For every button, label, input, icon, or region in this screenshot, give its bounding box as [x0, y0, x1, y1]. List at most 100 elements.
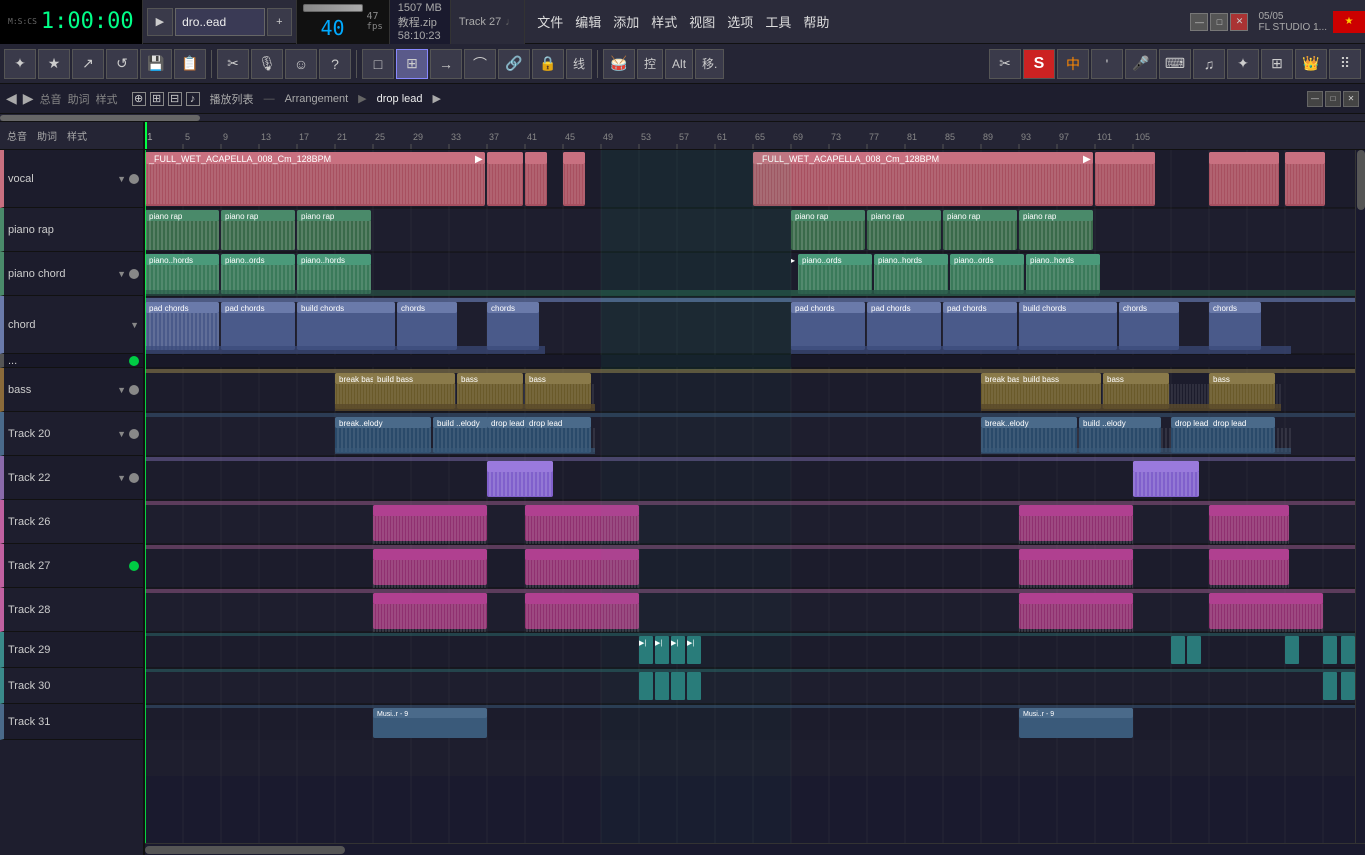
track-row-27[interactable]: Track 27	[0, 544, 143, 588]
svg-text:piano rap: piano rap	[301, 212, 335, 221]
tool-dots[interactable]: ⠿	[1329, 49, 1361, 79]
vertical-scroll-thumb[interactable]	[1357, 150, 1365, 210]
add-button[interactable]: +	[267, 8, 291, 36]
tool-undo[interactable]: ↺	[106, 49, 138, 79]
tool-ctrl[interactable]: 控	[637, 49, 663, 79]
arr-back-button[interactable]: ◀	[6, 90, 17, 107]
menu-edit[interactable]: 编辑	[571, 10, 605, 33]
arr-sep: —	[264, 93, 275, 105]
svg-text:build ..elody: build ..elody	[1083, 419, 1126, 428]
tool-arrow-r[interactable]: →	[430, 49, 462, 79]
tool-move[interactable]: 移.	[695, 49, 724, 79]
minimize-button[interactable]: —	[1190, 13, 1208, 31]
track-collapse-bass[interactable]: ▼	[117, 385, 126, 395]
track-collapse-22[interactable]: ▼	[117, 473, 126, 483]
tool-question[interactable]: ?	[319, 49, 351, 79]
track-light-piano-chord	[129, 269, 139, 279]
tool-s[interactable]: S	[1023, 49, 1055, 79]
tool-crown[interactable]: 👑	[1295, 49, 1327, 79]
horizontal-scrollbar-top[interactable]	[0, 114, 1365, 122]
content-area: 总音 助词 样式 vocal ▼ piano rap piano chord	[0, 122, 1365, 855]
arr-close[interactable]: ✕	[1343, 91, 1359, 107]
tool-zh[interactable]: 中	[1057, 49, 1089, 79]
track-collapse-vocal[interactable]: ▼	[117, 174, 126, 184]
tool-lock[interactable]: 🔒	[532, 49, 564, 79]
track-row-20[interactable]: Track 20 ▼	[0, 412, 143, 456]
svg-text:piano rap: piano rap	[1023, 212, 1057, 221]
toolbar-sep-3	[597, 50, 598, 78]
menu-tools[interactable]: 工具	[761, 10, 795, 33]
tool-drum[interactable]: 🥁	[603, 49, 635, 79]
svg-text:piano..hords: piano..hords	[149, 256, 193, 265]
track-row-22[interactable]: Track 22 ▼	[0, 456, 143, 500]
track-collapse-chord[interactable]: ▼	[130, 320, 139, 330]
track-collapse-piano-chord[interactable]: ▼	[117, 269, 126, 279]
tool-scissors-r[interactable]: ✂	[989, 49, 1021, 79]
arr-btn-4[interactable]: ♪	[186, 92, 200, 106]
arr-btn-1[interactable]: ⊕	[132, 92, 146, 106]
project-name-box[interactable]: dro..ead	[175, 8, 265, 36]
svg-text:21: 21	[337, 132, 347, 142]
track-row-26[interactable]: Track 26	[0, 500, 143, 544]
left-btn-1[interactable]: 总音	[4, 127, 30, 144]
svg-text:break..elody: break..elody	[985, 419, 1029, 428]
tool-mic2[interactable]: 🎤	[1125, 49, 1157, 79]
tool-kb[interactable]: ⌨	[1159, 49, 1191, 79]
tool-line[interactable]: 线	[566, 49, 592, 79]
left-btn-2[interactable]: 助词	[34, 127, 60, 144]
arr-label-2: 助词	[68, 91, 90, 107]
tool-box[interactable]: □	[362, 49, 394, 79]
tool-mic[interactable]: 🎙	[251, 49, 283, 79]
tool-alt[interactable]: Alt	[665, 49, 693, 79]
scroll-thumb[interactable]	[145, 846, 345, 854]
track-row-piano-rap[interactable]: piano rap	[0, 208, 143, 252]
arr-btn-2[interactable]: ⊞	[150, 92, 164, 106]
tool-brush[interactable]: ↗	[72, 49, 104, 79]
tool-curve[interactable]: ⌒	[464, 49, 496, 79]
maximize-button[interactable]: □	[1210, 13, 1228, 31]
svg-text:37: 37	[489, 132, 499, 142]
tool-save[interactable]: 💾	[140, 49, 172, 79]
track-row-vocal[interactable]: vocal ▼	[0, 150, 143, 208]
close-button[interactable]: ✕	[1230, 13, 1248, 31]
tool-cut[interactable]: ✂	[217, 49, 249, 79]
track-row-bass[interactable]: bass ▼	[0, 368, 143, 412]
horizontal-scrollbar[interactable]	[145, 843, 1365, 855]
tool-music[interactable]: ♫	[1193, 49, 1225, 79]
svg-text:piano..ords: piano..ords	[954, 256, 994, 265]
scroll-thumb-top[interactable]	[0, 115, 200, 121]
tool-star2[interactable]: ✦	[1227, 49, 1259, 79]
track-row-31[interactable]: Track 31	[0, 704, 143, 740]
track-collapse-20[interactable]: ▼	[117, 429, 126, 439]
arr-btn-3[interactable]: ⊟	[168, 92, 182, 106]
track-row-30[interactable]: Track 30	[0, 668, 143, 704]
menu-add[interactable]: 添加	[609, 10, 643, 33]
track-row-piano-chord[interactable]: piano chord ▼	[0, 252, 143, 296]
track-row-dots[interactable]: ...	[0, 354, 143, 368]
arr-maximize[interactable]: □	[1325, 91, 1341, 107]
svg-text:13: 13	[261, 132, 271, 142]
menu-help[interactable]: 帮助	[799, 10, 833, 33]
track-row-29[interactable]: Track 29	[0, 632, 143, 668]
play-button[interactable]: ▶	[147, 8, 173, 36]
menu-options[interactable]: 选项	[723, 10, 757, 33]
menu-view[interactable]: 视图	[685, 10, 719, 33]
tool-comma[interactable]: '	[1091, 49, 1123, 79]
track-row-28[interactable]: Track 28	[0, 588, 143, 632]
track-row-chord[interactable]: chord ▼	[0, 296, 143, 354]
tool-save2[interactable]: 📋	[174, 49, 206, 79]
svg-text:build bass: build bass	[1023, 375, 1059, 384]
menu-file[interactable]: 文件	[533, 10, 567, 33]
menu-style[interactable]: 样式	[647, 10, 681, 33]
tool-pattern[interactable]: ⊞	[396, 49, 428, 79]
tool-select[interactable]: ★	[38, 49, 70, 79]
arr-minimize[interactable]: —	[1307, 91, 1323, 107]
tool-face[interactable]: ☺	[285, 49, 317, 79]
left-btn-3[interactable]: 样式	[64, 127, 90, 144]
tool-pointer[interactable]: ✦	[4, 49, 36, 79]
arr-forward-button[interactable]: ▶	[23, 90, 34, 107]
vertical-scrollbar[interactable]	[1355, 150, 1365, 843]
tool-link[interactable]: 🔗	[498, 49, 530, 79]
tool-grid[interactable]: ⊞	[1261, 49, 1293, 79]
china-flag: ★	[1333, 11, 1365, 33]
